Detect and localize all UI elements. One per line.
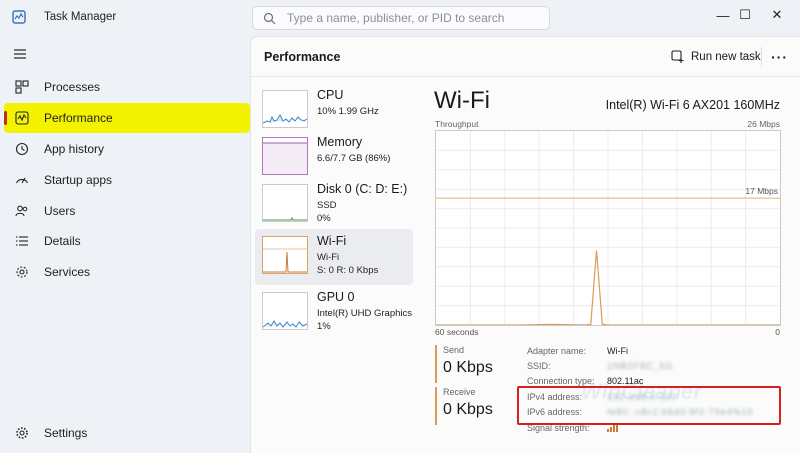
processes-icon (14, 79, 30, 95)
sidebar-item-details[interactable]: Details (4, 226, 250, 256)
prop-value-adapter: Wi-Fi (607, 346, 628, 356)
x-axis-left-label: 60 seconds (435, 327, 479, 337)
search-input[interactable] (287, 10, 537, 26)
throughput-chart (436, 131, 780, 325)
services-icon (14, 264, 30, 280)
throughput-marker-label: 17 Mbps (745, 186, 778, 196)
resource-usage: S: 0 R: 0 Kbps (317, 265, 379, 276)
run-new-task-label: Run new task (691, 51, 761, 63)
disk-thumbnail-graph (262, 184, 308, 222)
run-new-task-button[interactable]: Run new task (671, 45, 761, 69)
resource-title: Memory (317, 135, 363, 149)
resource-title: Wi-Fi (317, 234, 347, 248)
sidebar-item-label: Services (44, 265, 91, 279)
receive-stat: Receive 0 Kbps (435, 387, 515, 425)
main-header: Performance Run new task ··· (251, 37, 800, 77)
close-button[interactable]: ✕ (754, 0, 800, 30)
adapter-name: Intel(R) Wi-Fi 6 AX201 160MHz (605, 98, 780, 112)
resource-usage: 0% (317, 213, 331, 224)
resource-title: CPU (317, 88, 344, 102)
throughput-label: Throughput (435, 119, 479, 129)
highlight-box (517, 386, 781, 425)
sidebar-item-users[interactable]: Users (4, 196, 250, 226)
send-stat: Send 0 Kbps (435, 345, 515, 383)
sidebar-item-label: Performance (44, 111, 113, 125)
resource-detail: Intel(R) UHD Graphics (317, 308, 413, 319)
sidebar-item-label: App history (44, 142, 105, 156)
resource-item-wifi[interactable]: Wi-Fi Wi-Fi S: 0 R: 0 Kbps (255, 229, 413, 285)
sidebar: Processes Performance App history Startu… (0, 36, 250, 453)
sidebar-item-settings[interactable]: Settings (4, 418, 250, 448)
search-icon (263, 12, 276, 25)
sidebar-item-label: Users (44, 204, 76, 218)
sidebar-item-performance[interactable]: Performance (4, 103, 250, 133)
hamburger-menu-icon[interactable] (12, 46, 30, 62)
sidebar-item-services[interactable]: Services (4, 257, 250, 287)
performance-icon (14, 110, 30, 126)
title-bar: Task Manager — ☐ ✕ (0, 0, 800, 36)
more-options-button[interactable]: ··· (771, 49, 788, 65)
main-panel: Performance Run new task ··· CPU 10% 1.9… (250, 36, 800, 453)
prop-value-ssid: 1NB2F8C_5G (607, 361, 674, 371)
send-label: Send (443, 345, 465, 355)
prop-key: Connection type: (527, 376, 595, 386)
resource-detail: 6.6/7.7 GB (86%) (317, 153, 391, 164)
resource-detail: 10% 1.99 GHz (317, 106, 379, 117)
run-task-icon (671, 50, 684, 63)
startup-apps-icon (14, 172, 30, 188)
sidebar-item-label: Details (44, 234, 81, 248)
sidebar-item-processes[interactable]: Processes (4, 72, 250, 102)
resource-item-disk[interactable]: Disk 0 (C: D: E:) SSD 0% (255, 177, 413, 233)
resource-title: Disk 0 (C: D: E:) (317, 182, 408, 196)
resource-detail: Wi-Fi (317, 252, 340, 263)
gear-icon (14, 425, 30, 441)
gpu-thumbnail-graph (262, 292, 308, 330)
sidebar-item-app-history[interactable]: App history (4, 134, 250, 164)
receive-value: 0 Kbps (443, 401, 493, 418)
app-history-icon (14, 141, 30, 157)
wifi-thumbnail-graph (262, 236, 308, 274)
app-title: Task Manager (44, 11, 117, 23)
header-divider (761, 47, 762, 67)
sidebar-item-label: Settings (44, 426, 88, 440)
prop-value-connection: 802.11ac (607, 376, 644, 386)
x-axis-right-label: 0 (775, 327, 780, 337)
prop-key: Adapter name: (527, 346, 587, 356)
throughput-graph (435, 130, 781, 326)
search-box[interactable] (252, 6, 550, 30)
task-manager-icon (12, 10, 26, 24)
resource-detail: SSD (317, 200, 337, 211)
sidebar-item-label: Processes (44, 80, 101, 94)
details-icon (14, 233, 30, 249)
users-icon (14, 203, 30, 219)
detail-title: Wi-Fi (434, 87, 490, 114)
page-title: Performance (264, 50, 341, 64)
throughput-max-label: 26 Mbps (747, 119, 780, 129)
memory-thumbnail-graph (262, 137, 308, 175)
sidebar-item-label: Startup apps (44, 173, 113, 187)
receive-label: Receive (443, 387, 476, 397)
resource-usage: 1% (317, 321, 331, 332)
prop-key: SSID: (527, 361, 551, 371)
resource-item-gpu[interactable]: GPU 0 Intel(R) UHD Graphics 1% (255, 285, 413, 341)
cpu-thumbnail-graph (262, 90, 308, 128)
resource-title: GPU 0 (317, 290, 355, 304)
sidebar-item-startup-apps[interactable]: Startup apps (4, 165, 250, 195)
send-value: 0 Kbps (443, 359, 493, 376)
